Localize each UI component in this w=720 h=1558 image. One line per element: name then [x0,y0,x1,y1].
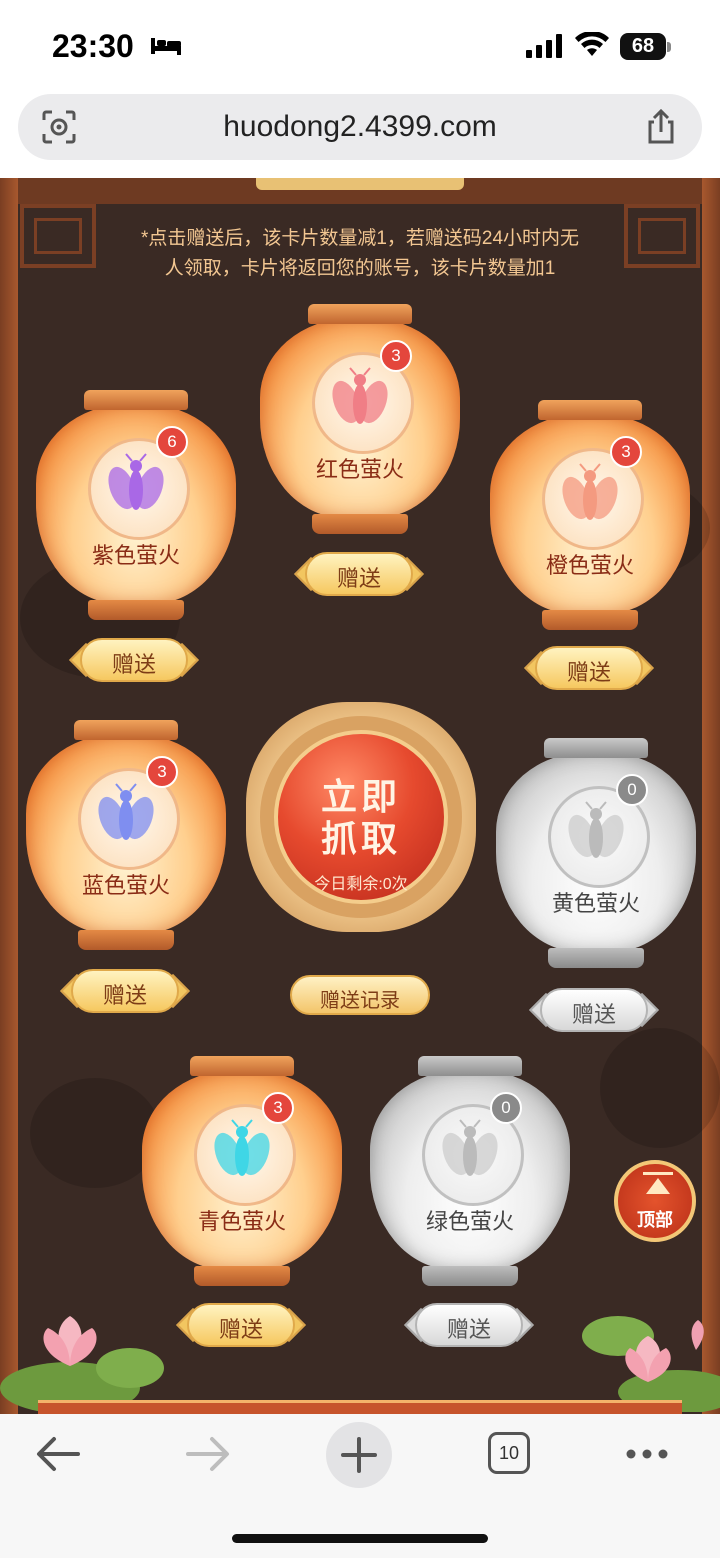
event-page: *点击赠送后，该卡片数量减1，若赠送码24小时内无 人领取，卡片将返回您的账号，… [0,178,720,1414]
lantern-count-badge: 3 [262,1092,294,1124]
leaf-shadow [600,1028,720,1148]
give-label: 赠送 [571,1002,616,1027]
lantern-cyan: 3 青色萤火 [142,1056,342,1286]
back-to-top-label: 顶部 [637,1210,673,1230]
back-arrow-icon[interactable] [26,1422,90,1486]
frame-plaque [256,178,464,190]
lotus-decoration-right [582,1316,720,1412]
lantern-name: 黄色萤火 [551,891,640,916]
frame-left [0,178,18,1414]
lantern-bottom-cap [548,948,644,968]
back-to-top-button[interactable]: 顶部 [614,1160,696,1242]
battery-level: 68 [620,33,666,60]
give-button-blue[interactable]: 赠送 [60,969,190,1013]
firefly-icon [214,1119,270,1176]
lantern-blue: 3 蓝色萤火 [26,720,226,950]
wifi-icon [575,32,609,56]
lantern-count-badge: 3 [146,756,178,788]
lantern-green: 0 绿色萤火 [370,1056,570,1286]
gift-record-label: 赠送记录 [320,990,400,1012]
lantern-bottom-cap [88,600,184,620]
home-indicator [232,1534,488,1543]
give-button-yellow[interactable]: 赠送 [529,988,659,1032]
lattice-right [624,204,700,268]
give-label: 赠送 [566,660,611,685]
give-button-red[interactable]: 赠送 [294,552,424,596]
tab-switcher-button[interactable]: 10 [488,1432,530,1474]
more-icon[interactable] [614,1422,678,1486]
frame-right [702,178,720,1414]
lantern-top-cap [418,1056,522,1076]
notice-line-2: 人领取，卡片将返回您的账号，该卡片数量加1 [164,258,556,279]
lantern-count-badge: 3 [380,340,412,372]
lantern-name: 紫色萤火 [91,543,180,568]
cellular-signal-icon [526,34,562,58]
sleep-mode-icon [151,38,181,55]
give-label: 赠送 [446,1317,491,1342]
give-button-purple[interactable]: 赠送 [69,638,199,682]
firefly-icon [442,1119,498,1176]
gift-record-button[interactable]: 赠送记录 [290,975,430,1015]
lantern-top-cap [84,390,188,410]
status-bar: 23:30 68 [0,0,720,90]
battery-cap [667,42,671,52]
lantern-top-cap [190,1056,294,1076]
lantern-name: 绿色萤火 [425,1209,514,1234]
arrow-up-icon [646,1178,670,1194]
lantern-red: 3 红色萤火 [260,304,460,534]
notice-line-1: *点击赠送后，该卡片数量减1，若赠送码24小时内无 [140,228,580,249]
grab-remaining: 今日剩余:0次 [314,876,408,893]
lantern-top-cap [538,400,642,420]
give-label: 赠送 [102,983,147,1008]
give-label: 赠送 [111,652,156,677]
plus-icon[interactable] [327,1423,391,1487]
give-button-orange[interactable]: 赠送 [524,646,654,690]
grab-title-line-2: 抓取 [320,818,401,860]
lantern-count-badge: 6 [156,426,188,458]
lantern-yellow: 0 黄色萤火 [496,738,696,968]
give-label: 赠送 [336,566,381,591]
status-time: 23:30 [52,28,134,64]
lantern-count-badge: 0 [616,774,648,806]
forward-arrow-icon[interactable] [176,1422,240,1486]
gift-notice: *点击赠送后，该卡片数量减1，若赠送码24小时内无 人领取，卡片将返回您的账号，… [90,224,630,284]
lantern-top-cap [308,304,412,324]
give-button-cyan[interactable]: 赠送 [176,1303,306,1347]
lotus-decoration-left [0,1316,164,1414]
lantern-name: 橙色萤火 [545,553,634,578]
lantern-bottom-cap [422,1266,518,1286]
lattice-left [20,204,96,268]
address-bar[interactable]: huodong2.4399.com [18,94,702,160]
leaf-shadow [30,1078,160,1188]
lantern-name: 红色萤火 [315,457,404,482]
share-icon[interactable] [642,108,680,146]
lantern-bottom-cap [78,930,174,950]
lantern-count-badge: 0 [490,1092,522,1124]
lantern-purple: 6 紫色萤火 [36,390,236,620]
lantern-name: 青色萤火 [197,1209,286,1234]
firefly-icon [108,453,164,510]
lantern-bottom-cap [312,514,408,534]
lantern-bottom-cap [542,610,638,630]
grab-now-button[interactable]: 立即 抓取 今日剩余:0次 [246,698,476,938]
firefly-icon [562,463,618,520]
bottom-rail [38,1400,682,1414]
lantern-name: 蓝色萤火 [81,873,170,898]
lantern-bottom-cap [194,1266,290,1286]
url-text[interactable]: huodong2.4399.com [18,110,702,144]
lantern-top-cap [544,738,648,758]
lantern-count-badge: 3 [610,436,642,468]
firefly-icon [98,783,154,840]
give-label: 赠送 [218,1317,263,1342]
give-button-green[interactable]: 赠送 [404,1303,534,1347]
lantern-orange: 3 橙色萤火 [490,400,690,630]
lantern-top-cap [74,720,178,740]
firefly-icon [332,367,388,424]
firefly-icon [568,801,624,858]
